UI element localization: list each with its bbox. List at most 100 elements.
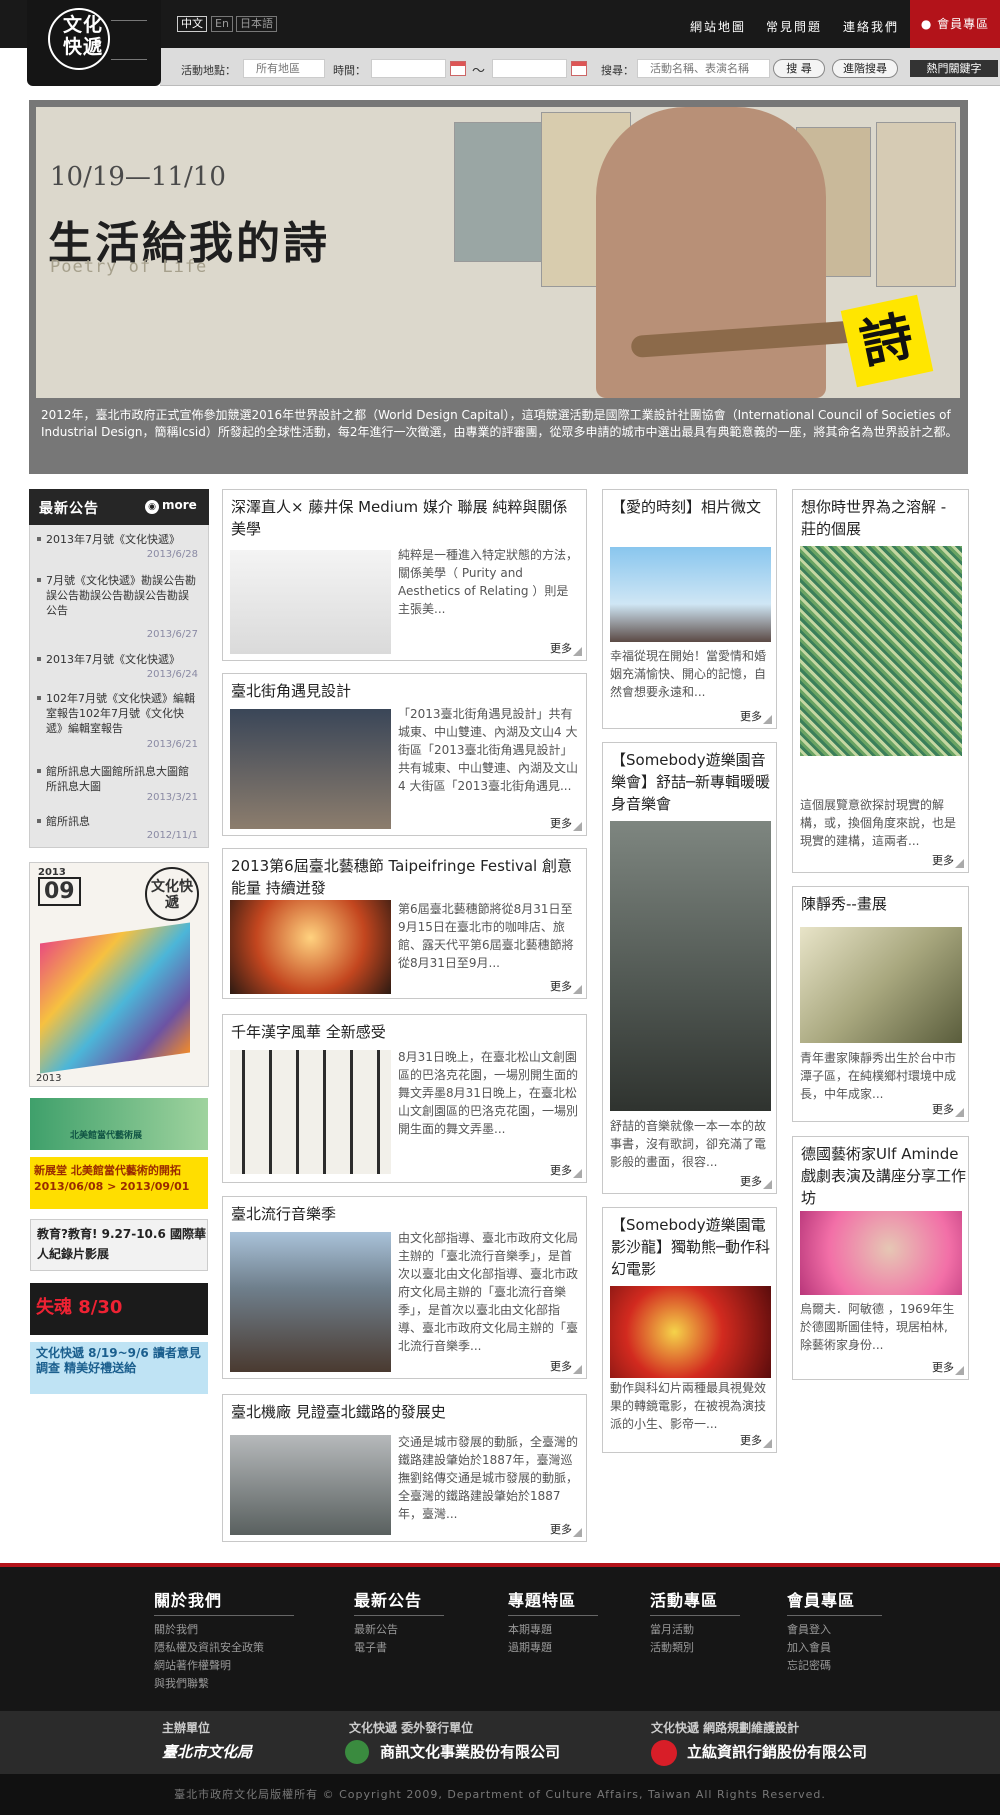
footer-link[interactable]: 與我們聯繫 bbox=[154, 1675, 209, 1693]
footer-link[interactable]: 過期專題 bbox=[508, 1639, 552, 1657]
footer-link[interactable]: 會員登入 bbox=[787, 1621, 831, 1639]
date-tilde: ～ bbox=[472, 64, 486, 79]
calendar-icon[interactable] bbox=[571, 61, 587, 76]
nav-faq[interactable]: 常見問題 bbox=[766, 18, 822, 35]
more-link[interactable]: 更多 bbox=[550, 1521, 582, 1537]
article-title: 千年漢字風華 全新感受 bbox=[231, 1023, 386, 1041]
news-item[interactable]: 館所訊息大圖館所訊息大圖館所訊息大圖 bbox=[37, 764, 196, 794]
article-card[interactable]: 千年漢字風華 全新感受 8月31日晚上，在臺北松山文創園區的巴洛克花園，一場別開… bbox=[222, 1014, 587, 1183]
more-link[interactable]: 更多 bbox=[932, 852, 964, 868]
footer-link[interactable]: 關於我們 bbox=[154, 1621, 198, 1639]
footer-link[interactable]: 本期專題 bbox=[508, 1621, 552, 1639]
article-card[interactable]: 想你時世界為之溶解 - 莊的個展 這個展覽意欲探討現實的解構，或，換個角度來說，… bbox=[792, 489, 969, 873]
banner-subtitle: Poetry of Life bbox=[50, 257, 208, 277]
news-item[interactable]: 2013年7月號《文化快遞》 bbox=[37, 532, 196, 547]
lang-zh[interactable]: 中文 bbox=[177, 16, 207, 32]
article-card[interactable]: 【Somebody遊樂園音樂會】舒喆─新專輯暖暖身音樂會 舒喆的音樂就像一本一本… bbox=[602, 742, 777, 1194]
lang-en[interactable]: En bbox=[211, 16, 233, 32]
article-title: 【愛的時刻】相片微文 bbox=[611, 498, 762, 516]
footer-heading: 專題特區 bbox=[508, 1591, 577, 1610]
footer-divider bbox=[354, 1615, 444, 1616]
search-button[interactable]: 搜 尋 bbox=[773, 59, 825, 78]
nav-contact[interactable]: 連絡我們 bbox=[843, 18, 899, 35]
footer-heading: 會員專區 bbox=[787, 1591, 856, 1610]
article-card[interactable]: 臺北街角遇見設計 「2013臺北街角遇見設計」共有城東、中山雙連、內湖及文山4 … bbox=[222, 673, 587, 836]
magazine-cover[interactable]: 2013 09 文化快遞 2013 bbox=[29, 862, 209, 1087]
hot-keywords-button[interactable]: 熱門關鍵字 bbox=[910, 60, 998, 77]
ad-banner[interactable]: 教育?教育! 9.27-10.6 國際華人紀錄片影展 bbox=[30, 1219, 208, 1271]
news-item[interactable]: 館所訊息 bbox=[37, 814, 196, 829]
news-item[interactable]: 102年7月號《文化快遞》編輯室報告102年7月號《文化快遞》編輯室報告 bbox=[37, 691, 196, 736]
news-title: 最新公告 bbox=[39, 501, 99, 517]
footer-link[interactable]: 忘記密碼 bbox=[787, 1657, 831, 1675]
lang-ja[interactable]: 日本語 bbox=[236, 16, 277, 32]
more-link[interactable]: 更多 bbox=[932, 1359, 964, 1375]
more-link[interactable]: 更多 bbox=[550, 640, 582, 656]
article-card[interactable]: 2013第6屆臺北藝穗節 Taipeifringe Festival 創意能量 … bbox=[222, 848, 587, 999]
more-link[interactable]: 更多 bbox=[740, 1432, 772, 1448]
article-card[interactable]: 【Somebody遊樂園電影沙龍】獨勒熊─動作科幻電影 動作與科幻片兩種最具視覺… bbox=[602, 1207, 777, 1453]
footer-link[interactable]: 最新公告 bbox=[354, 1621, 398, 1639]
date-from-input[interactable] bbox=[371, 59, 446, 78]
footer-divider bbox=[154, 1615, 294, 1616]
more-link[interactable]: 更多 bbox=[740, 708, 772, 724]
article-card[interactable]: 【愛的時刻】相片微文 幸福從現在開始！當愛情和婚姻充滿愉快、開心的記憶，自然會想… bbox=[602, 489, 777, 729]
sponsor-logo[interactable]: 立紘資訊行銷股份有限公司 bbox=[687, 1741, 867, 1762]
article-card[interactable]: 臺北機廠 見證臺北鐵路的發展史 交通是城市發展的動脈，全臺灣的鐵路建設肇始於18… bbox=[222, 1394, 587, 1542]
footer-link[interactable]: 電子書 bbox=[354, 1639, 387, 1657]
footer-link[interactable]: 網站著作權聲明 bbox=[154, 1657, 231, 1675]
article-card[interactable]: 德國藝術家Ulf Aminde戲劇表演及講座分享工作坊 烏爾夫．阿敏德 ，196… bbox=[792, 1136, 969, 1380]
more-link[interactable]: 更多 bbox=[550, 978, 582, 994]
article-desc: 青年畫家陳靜秀出生於台中市潭子區，在純樸鄉村環境中成長，中年成家... bbox=[800, 1051, 957, 1101]
site-logo[interactable]: 文化快遞 bbox=[27, 0, 161, 86]
ad-banner[interactable]: 文化快遞 8/19~9/6 讀者意見調查 精美好禮送給 bbox=[30, 1342, 208, 1394]
keyword-input[interactable]: 活動名稱、表演名稱 bbox=[637, 59, 770, 78]
nav-sitemap[interactable]: 網站地圖 bbox=[690, 18, 746, 35]
article-title: 【Somebody遊樂園電影沙龍】獨勒熊─動作科幻電影 bbox=[611, 1216, 771, 1278]
article-title: 陳靜秀--畫展 bbox=[801, 895, 887, 913]
location-select[interactable]: 所有地區 bbox=[243, 59, 325, 78]
article-card[interactable]: 深澤直人× 藤井保 Medium 媒介 聯展 純粹與關係美學 純粹是一種進入特定… bbox=[222, 489, 587, 661]
date-to-input[interactable] bbox=[492, 59, 567, 78]
user-icon: ● bbox=[920, 17, 933, 31]
cat-illustration bbox=[454, 122, 546, 262]
article-title: 臺北流行音樂季 bbox=[231, 1205, 337, 1223]
article-image bbox=[610, 821, 771, 1111]
footer-link[interactable]: 當月活動 bbox=[650, 1621, 694, 1639]
article-desc: 這個展覽意欲探討現實的解構，或，換個角度來說，也是現實的建構，這兩者... bbox=[800, 798, 957, 848]
news-date: 2012/11/1 bbox=[146, 830, 198, 841]
sponsor-logo[interactable]: 商訊文化事業股份有限公司 bbox=[380, 1741, 560, 1762]
more-link[interactable]: 更多 bbox=[550, 1162, 582, 1178]
footer-link[interactable]: 加入會員 bbox=[787, 1639, 831, 1657]
ad-banner[interactable]: 北美館當代藝術展 bbox=[30, 1098, 208, 1150]
article-image bbox=[800, 546, 962, 756]
news-item[interactable]: 2013年7月號《文化快遞》 bbox=[37, 652, 196, 667]
sponsor-logo[interactable]: 臺北市文化局 bbox=[162, 1741, 252, 1762]
news-date: 2013/6/21 bbox=[146, 739, 198, 750]
more-link[interactable]: 更多 bbox=[740, 1173, 772, 1189]
member-button[interactable]: ● 會員專區 bbox=[910, 0, 1000, 48]
advanced-search-button[interactable]: 進階搜尋 bbox=[832, 59, 898, 78]
sponsor-label: 文化快遞 網路規劃維護設計 bbox=[651, 1721, 800, 1735]
article-card[interactable]: 臺北流行音樂季 由文化部指導、臺北市政府文化局主辦的「臺北流行音樂季」，是首次以… bbox=[222, 1196, 587, 1379]
footer-link[interactable]: 隱私權及資訊安全政策 bbox=[154, 1639, 264, 1657]
more-link[interactable]: 更多 bbox=[550, 815, 582, 831]
collage-card bbox=[876, 122, 956, 287]
news-more-link[interactable]: ◉ more bbox=[145, 498, 197, 514]
news-item[interactable]: 7月號《文化快遞》勘誤公告勘誤公告勘誤公告勘誤公告勘誤公告 bbox=[37, 573, 196, 618]
more-link[interactable]: 更多 bbox=[932, 1101, 964, 1117]
ad-banner[interactable]: 失魂 8/30 bbox=[30, 1283, 208, 1335]
article-desc: 舒喆的音樂就像一本一本的故事書，沒有歌詞，卻充滿了電影般的畫面，很容... bbox=[610, 1119, 767, 1169]
location-label: 活動地點： bbox=[181, 64, 236, 77]
footer-heading: 活動專區 bbox=[650, 1591, 719, 1610]
article-desc: 第6屆臺北藝穗節將從8月31日至9月15日在臺北市的咖啡店、旅館、露天代平第6屆… bbox=[398, 902, 574, 970]
more-link[interactable]: 更多 bbox=[550, 1358, 582, 1374]
article-desc: 幸福從現在開始！當愛情和婚姻充滿愉快、開心的記憶，自然會想要永遠和... bbox=[610, 649, 767, 699]
article-card[interactable]: 陳靜秀--畫展 青年畫家陳靜秀出生於台中市潭子區，在純樸鄉村環境中成長，中年成家… bbox=[792, 886, 969, 1122]
hero-banner[interactable]: 10/19—11/10 生活給我的詩 Poetry of Life 詩 2012… bbox=[29, 100, 968, 474]
footer-link[interactable]: 活動類別 bbox=[650, 1639, 694, 1657]
article-title: 想你時世界為之溶解 - 莊的個展 bbox=[801, 498, 947, 538]
calendar-icon[interactable] bbox=[450, 61, 466, 76]
sponsor-label: 文化快遞 委外發行單位 bbox=[349, 1721, 474, 1735]
ad-banner[interactable]: 新展堂 北美館當代藝術的開拓 2013/06/08 > 2013/09/01 bbox=[30, 1157, 208, 1209]
